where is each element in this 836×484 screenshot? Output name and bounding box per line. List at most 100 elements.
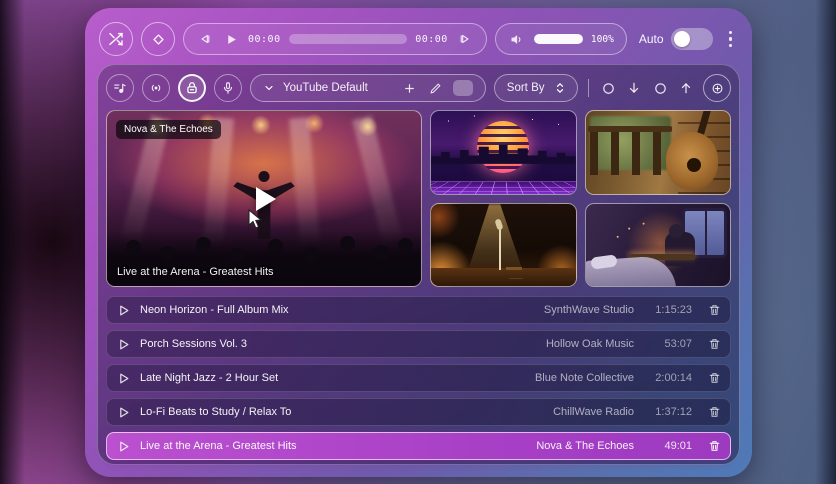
scroll-down-button[interactable] — [625, 81, 643, 95]
playlist-row[interactable]: Lo-Fi Beats to Study / Relax To ChillWav… — [106, 398, 731, 426]
mic-stand — [498, 227, 501, 270]
thumbnail-cozy-room[interactable] — [584, 202, 731, 287]
broadcast-button[interactable] — [142, 74, 170, 102]
broadcast-icon — [149, 81, 163, 95]
app-window: 00:00 00:00 100% Auto YouTube Default So… — [85, 8, 752, 477]
stage-light-beam — [352, 115, 403, 243]
track-duration: 53:07 — [664, 338, 692, 350]
preset-action-chip[interactable] — [452, 80, 473, 96]
video-player[interactable]: Nova & The Echoes Live at the Arena - Gr… — [106, 110, 422, 287]
transport-bar: 00:00 00:00 100% Auto — [97, 16, 740, 62]
track-channel: Blue Note Collective — [534, 372, 634, 384]
playlist-row[interactable]: Neon Horizon - Full Album Mix SynthWave … — [106, 296, 731, 324]
row-play-icon[interactable] — [117, 338, 130, 351]
thumbnail-jazz-stage[interactable] — [430, 202, 577, 287]
artist-badge: Nova & The Echoes — [116, 120, 221, 139]
playlist-row[interactable]: Live at the Arena - Greatest Hits Nova &… — [106, 432, 731, 460]
locate-current-button[interactable] — [703, 74, 731, 102]
track-channel: SynthWave Studio — [543, 304, 634, 316]
row-play-icon[interactable] — [117, 440, 130, 453]
track-channel: ChillWave Radio — [553, 406, 634, 418]
track-channel: Hollow Oak Music — [545, 338, 634, 350]
track-title: Lo-Fi Beats to Study / Relax To — [140, 406, 292, 418]
previous-button[interactable] — [196, 32, 214, 46]
trash-icon[interactable] — [708, 371, 721, 385]
locked-mode-button[interactable] — [178, 74, 206, 102]
track-duration: 49:01 — [664, 440, 692, 452]
total-time: 00:00 — [415, 33, 448, 45]
playlist: Neon Horizon - Full Album Mix SynthWave … — [106, 296, 731, 460]
overflow-menu-button[interactable] — [723, 27, 739, 52]
play-button[interactable] — [222, 33, 240, 46]
trash-icon[interactable] — [708, 303, 721, 317]
track-duration: 1:15:23 — [655, 304, 692, 316]
autoplay-group: Auto — [639, 28, 713, 50]
trash-icon[interactable] — [708, 439, 721, 453]
stage-floor — [431, 267, 576, 286]
scroll-target-top-icon[interactable] — [651, 81, 669, 96]
row-play-icon[interactable] — [117, 406, 130, 419]
trash-icon[interactable] — [708, 337, 721, 351]
track-duration: 2:00:14 — [655, 372, 692, 384]
sort-by-dropdown[interactable]: Sort By — [493, 74, 578, 102]
preset-dropdown[interactable]: YouTube Default — [250, 74, 486, 102]
autoplay-toggle[interactable] — [670, 28, 713, 50]
thumbnail-grid — [430, 110, 731, 287]
main-panel: YouTube Default Sort By Nova & The Echoe… — [97, 64, 740, 465]
sort-by-label: Sort By — [506, 82, 545, 94]
playlist-row[interactable]: Porch Sessions Vol. 3 Hollow Oak Music 5… — [106, 330, 731, 358]
performer-silhouette — [258, 170, 270, 182]
thumbnail-porch-guitar[interactable] — [584, 110, 731, 195]
mouse-cursor — [248, 209, 263, 230]
volume-percent: 100% — [590, 33, 614, 45]
current-time: 00:00 — [248, 33, 281, 45]
edit-preset-button[interactable] — [427, 82, 445, 95]
video-caption: Live at the Arena - Greatest Hits — [117, 266, 274, 278]
lock-icon — [185, 81, 199, 95]
library-toolbar: YouTube Default Sort By — [106, 73, 731, 103]
music-note-icon — [113, 81, 127, 95]
city-skyline — [431, 144, 576, 164]
autoplay-label: Auto — [638, 32, 664, 46]
row-play-icon[interactable] — [117, 372, 130, 385]
scroll-up-button[interactable] — [677, 81, 695, 95]
next-button[interactable] — [456, 32, 474, 46]
porch-rail — [588, 125, 673, 132]
preset-value: YouTube Default — [283, 82, 368, 94]
scroll-target-bottom-icon[interactable] — [599, 81, 617, 96]
seek-bar-group: 00:00 00:00 — [183, 23, 487, 55]
track-title: Late Night Jazz - 2 Hour Set — [140, 372, 279, 384]
microphone-icon — [221, 81, 235, 95]
diamond-icon — [151, 32, 166, 47]
track-channel: Nova & The Echoes — [536, 440, 634, 452]
shuffle-icon — [108, 31, 124, 47]
track-title: Neon Horizon - Full Album Mix — [140, 304, 289, 316]
track-title: Live at the Arena - Greatest Hits — [140, 440, 297, 452]
track-title: Porch Sessions Vol. 3 — [140, 338, 248, 350]
add-preset-button[interactable] — [401, 82, 419, 95]
spotlight-beam — [466, 203, 524, 275]
porch-railing — [589, 129, 671, 176]
stool — [506, 267, 523, 271]
crowd-silhouette — [125, 239, 141, 255]
sort-chevrons-icon — [555, 81, 565, 95]
shuffle-button[interactable] — [99, 22, 133, 56]
chevron-down-icon — [263, 82, 275, 94]
volume-icon[interactable] — [508, 32, 526, 47]
toolbar-divider — [587, 79, 589, 97]
playlist-row[interactable]: Late Night Jazz - 2 Hour Set Blue Note C… — [106, 364, 731, 392]
video-play-icon[interactable] — [256, 186, 276, 211]
tracks-button[interactable] — [106, 74, 134, 102]
clear-button[interactable] — [141, 22, 175, 56]
trash-icon[interactable] — [708, 405, 721, 419]
volume-slider[interactable] — [533, 34, 583, 44]
microphone-button[interactable] — [214, 74, 242, 102]
desktop-background: 00:00 00:00 100% Auto YouTube Default So… — [0, 0, 836, 484]
seek-slider[interactable] — [288, 34, 408, 44]
toggle-knob — [673, 31, 690, 47]
neon-grid — [430, 181, 576, 194]
media-grid: Nova & The Echoes Live at the Arena - Gr… — [106, 110, 731, 287]
row-play-icon[interactable] — [117, 304, 130, 317]
volume-group: 100% — [494, 23, 627, 55]
thumbnail-synthwave-city[interactable] — [430, 110, 577, 195]
